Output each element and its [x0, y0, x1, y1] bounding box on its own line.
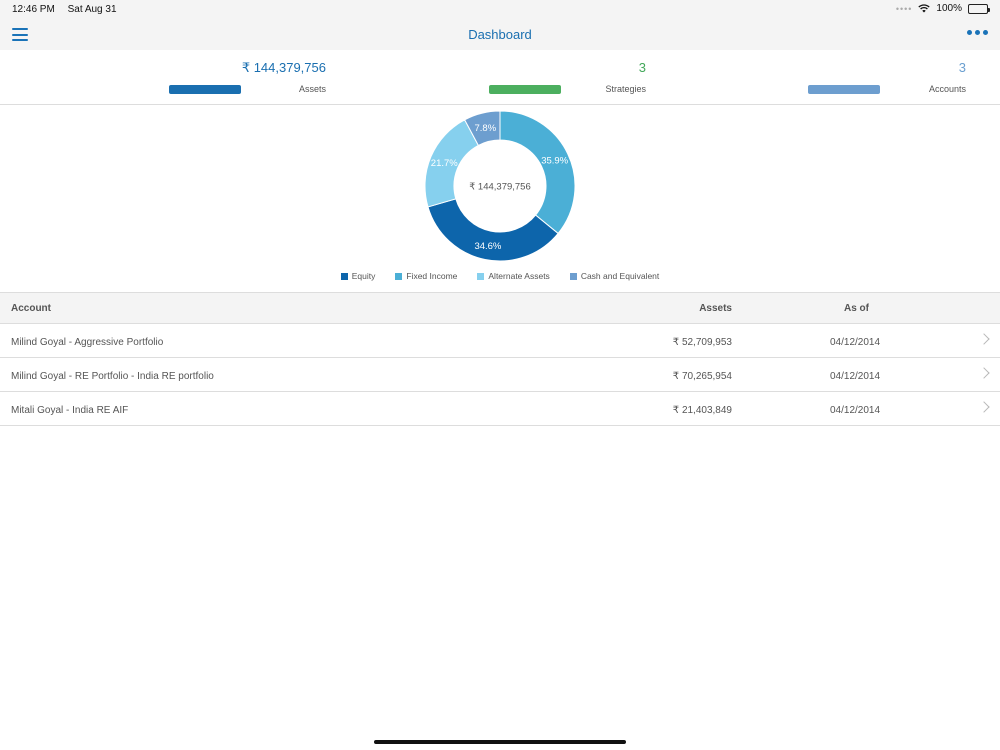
account-assets: ₹ 70,265,954 [672, 371, 732, 382]
multitasking-dots-icon: •••• [895, 3, 913, 14]
strategies-value: 3 [638, 60, 646, 75]
wifi-icon [918, 4, 931, 13]
donut-slice-fixed-income[interactable] [499, 110, 576, 235]
status-right: •••• 100% [895, 3, 990, 14]
table-row[interactable]: Milind Goyal - Aggressive Portfolio ₹ 52… [0, 324, 1000, 358]
strategies-stat: 3 Strategies [480, 50, 646, 105]
account-name: Milind Goyal - RE Portfolio - India RE p… [11, 371, 214, 382]
account-assets: ₹ 52,709,953 [672, 337, 732, 348]
nav-bar: Dashboard [0, 20, 1000, 50]
summary-panel: ₹ 144,379,756 Assets 3 Strategies 3 Acco… [0, 50, 1000, 105]
assets-label: Assets [298, 84, 326, 94]
chevron-right-icon[interactable] [978, 333, 990, 345]
account-as-of: 04/12/2014 [830, 337, 881, 348]
battery-percent: 100% [936, 3, 962, 14]
assets-value: ₹ 144,379,756 [241, 60, 326, 75]
status-date: Sat Aug 31 [67, 4, 117, 15]
slice-label: 7.8% [474, 123, 496, 134]
legend-swatch [477, 272, 485, 280]
account-as-of: 04/12/2014 [830, 405, 881, 416]
table-row[interactable]: Milind Goyal - RE Portfolio - India RE p… [0, 358, 1000, 392]
slice-label: 34.6% [474, 241, 501, 252]
accounts-table: Account Assets As of Milind Goyal - Aggr… [0, 292, 1000, 426]
column-header-as-of[interactable]: As of [844, 303, 869, 314]
account-assets: ₹ 21,403,849 [672, 405, 732, 416]
strategies-label: Strategies [605, 84, 646, 94]
more-options-icon[interactable] [967, 30, 988, 35]
assets-bar [169, 85, 241, 94]
assets-stat: ₹ 144,379,756 Assets [160, 50, 326, 105]
account-name: Mitali Goyal - India RE AIF [11, 405, 129, 416]
account-name: Milind Goyal - Aggressive Portfolio [11, 337, 164, 348]
legend-label: Alternate Assets [488, 271, 550, 281]
account-as-of: 04/12/2014 [830, 371, 881, 382]
donut-center-total: ₹ 144,379,756 [469, 182, 531, 193]
legend-swatch [395, 272, 403, 280]
accounts-stat: 3 Accounts [800, 50, 966, 105]
legend-swatch [569, 272, 577, 280]
status-left: 12:46 PM Sat Aug 31 [12, 4, 127, 15]
legend-swatch [340, 272, 348, 280]
allocation-chart: 35.9% 34.6% 21.7% 7.8% ₹ 144,379,756 Equity F… [0, 106, 1000, 293]
slice-label: 21.7% [431, 158, 458, 169]
legend-label: Equity [351, 271, 376, 281]
status-bar: 12:46 PM Sat Aug 31 •••• 100% [0, 0, 1000, 20]
slice-label: 35.9% [541, 156, 568, 167]
legend-item[interactable]: Alternate Assets [477, 271, 550, 281]
table-row[interactable]: Mitali Goyal - India RE AIF ₹ 21,403,849… [0, 392, 1000, 426]
chevron-right-icon[interactable] [978, 367, 990, 379]
column-header-assets[interactable]: Assets [699, 303, 732, 314]
strategies-bar [489, 85, 561, 94]
chevron-right-icon[interactable] [978, 401, 990, 413]
legend-item[interactable]: Fixed Income [395, 271, 457, 281]
page-title: Dashboard [468, 27, 532, 42]
accounts-value: 3 [958, 60, 966, 75]
chart-legend: Equity Fixed Income Alternate Assets Cash a… [0, 271, 1000, 281]
legend-label: Cash and Equivalent [580, 271, 660, 281]
legend-label: Fixed Income [406, 271, 458, 281]
accounts-bar [808, 85, 880, 94]
home-indicator [374, 740, 626, 744]
accounts-label: Accounts [928, 84, 966, 94]
status-time: 12:46 PM [12, 4, 55, 15]
battery-icon [968, 3, 990, 14]
column-header-account[interactable]: Account [11, 303, 51, 314]
legend-item[interactable]: Cash and Equivalent [569, 271, 660, 281]
table-header: Account Assets As of [0, 293, 1000, 324]
donut-chart[interactable]: 35.9% 34.6% 21.7% 7.8% ₹ 144,379,756 [420, 110, 580, 266]
legend-item[interactable]: Equity [340, 271, 376, 281]
